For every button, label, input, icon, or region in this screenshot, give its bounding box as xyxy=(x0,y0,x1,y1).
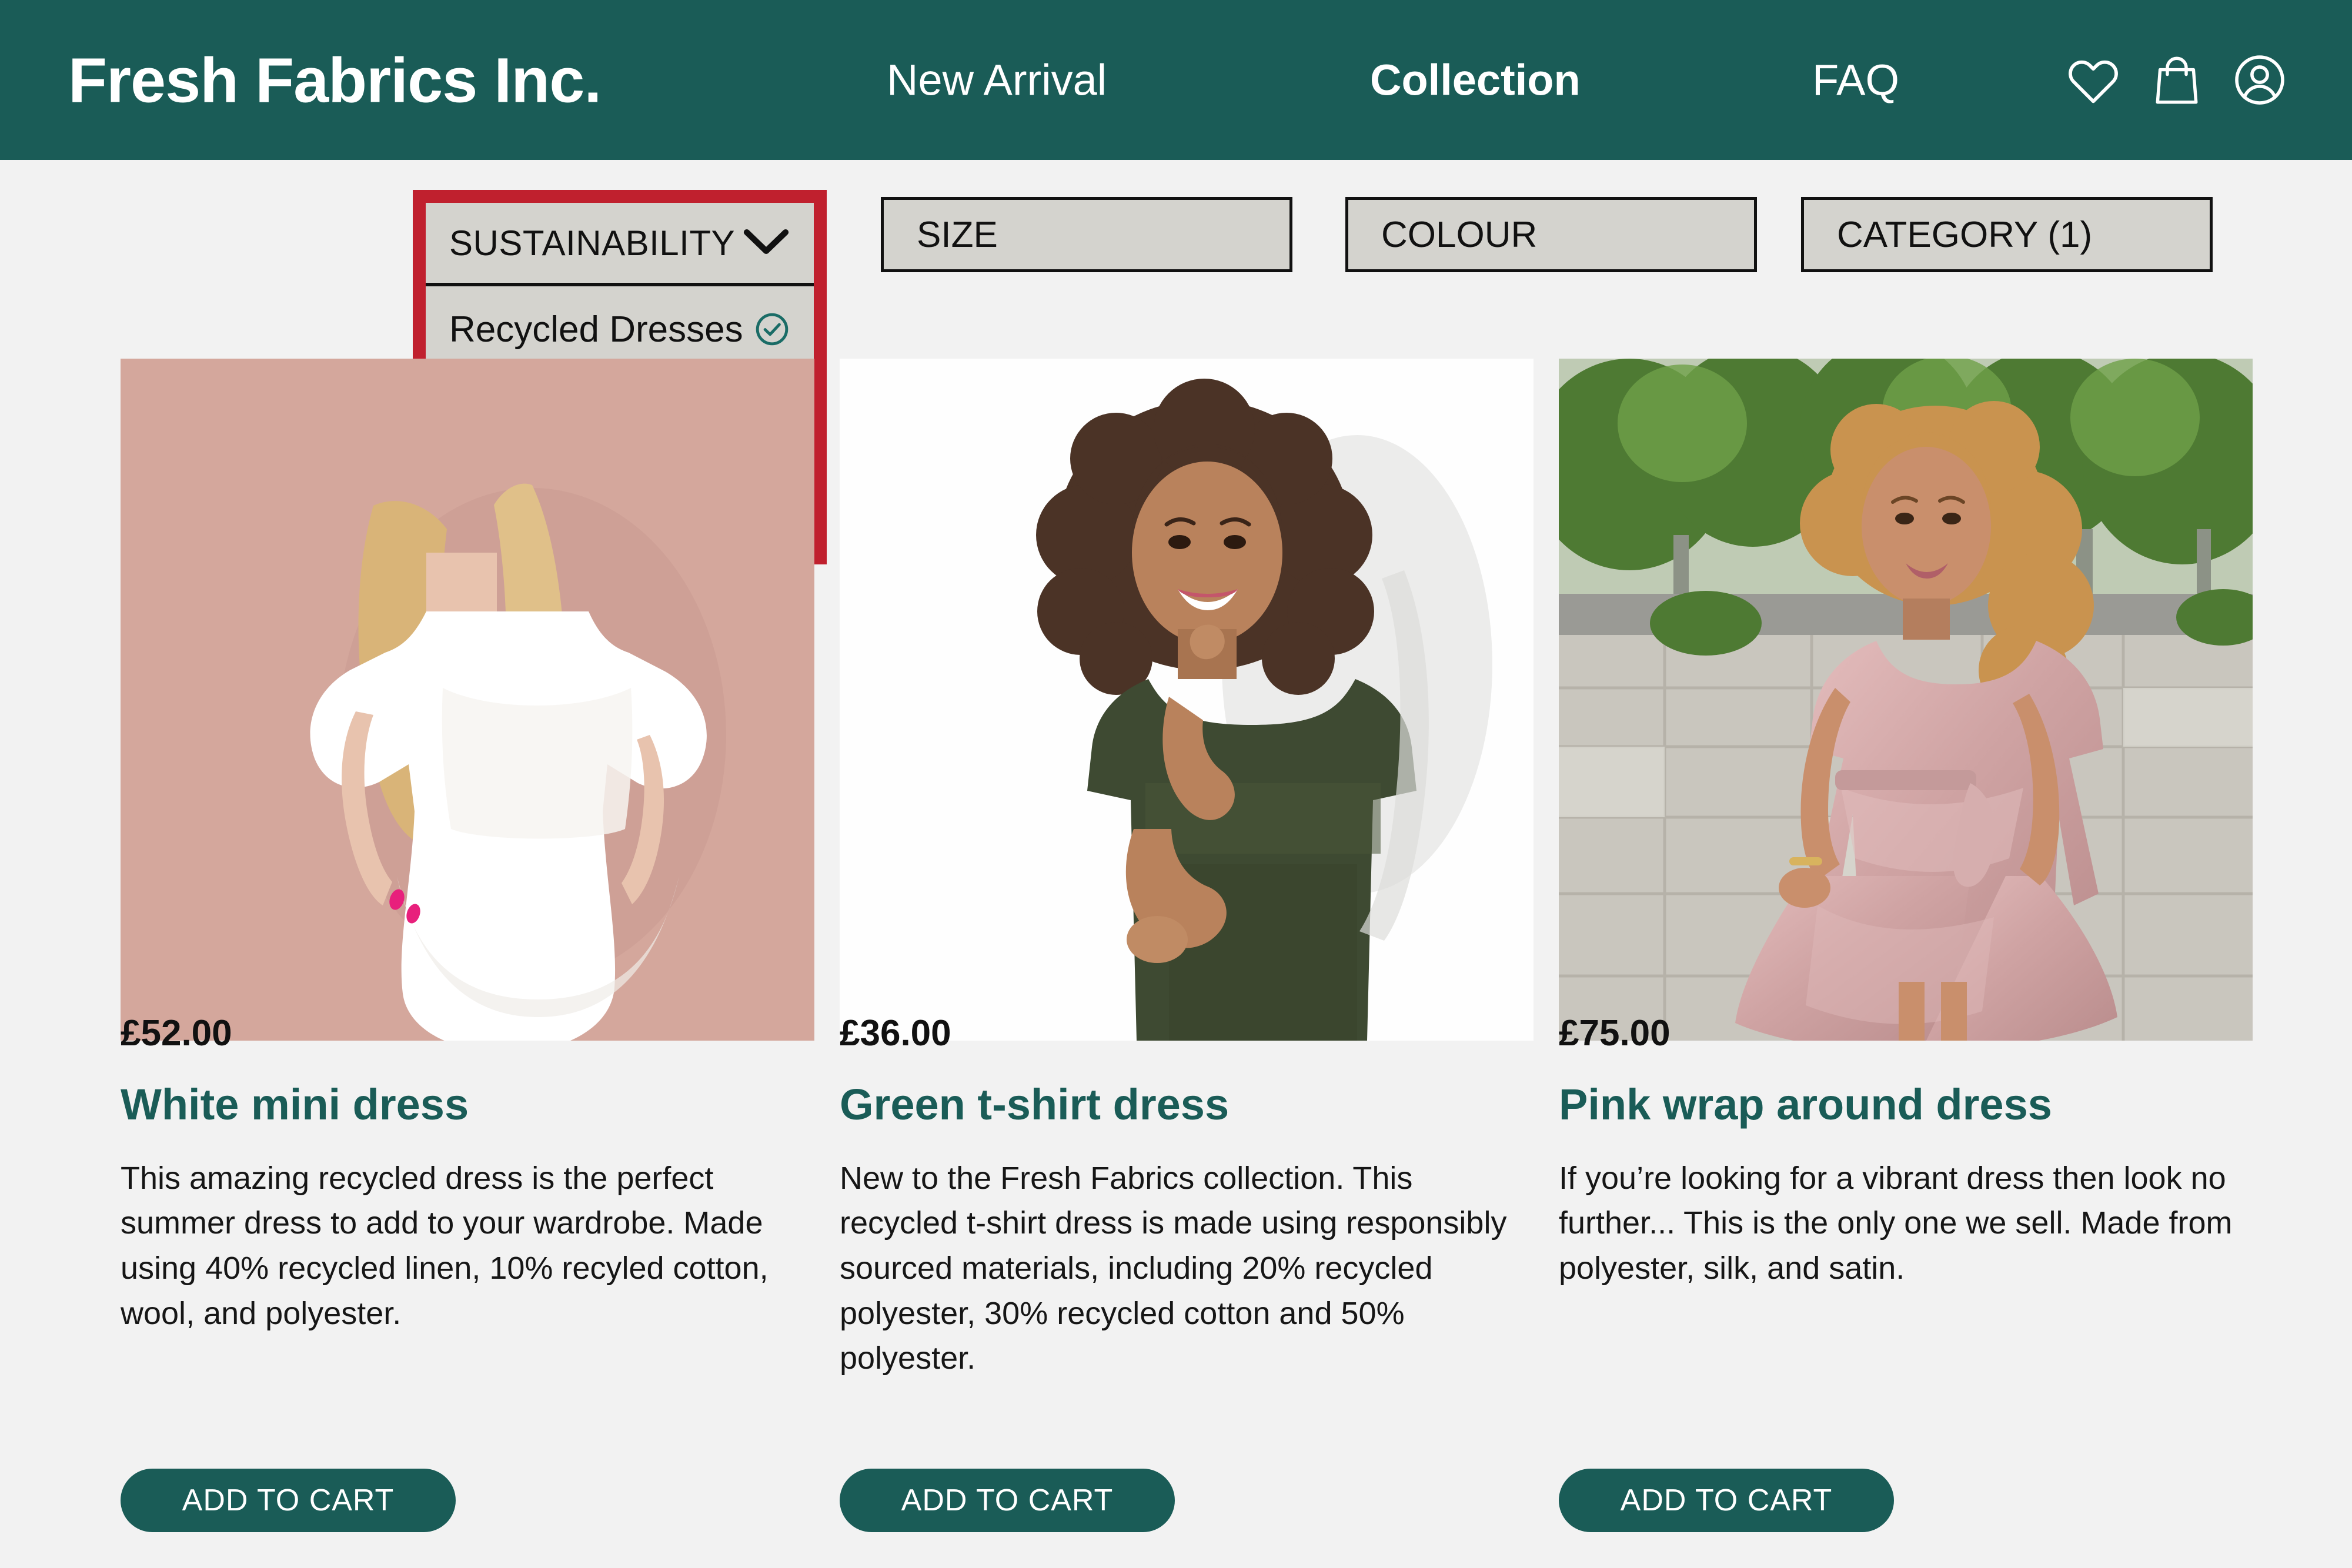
product-title[interactable]: Green t-shirt dress xyxy=(840,1082,1534,1128)
product-price: £52.00 xyxy=(121,1013,232,1054)
filter-button-size[interactable]: SIZE xyxy=(881,197,1292,272)
product-title[interactable]: Pink wrap around dress xyxy=(1559,1082,2253,1128)
nav-item-faq[interactable]: FAQ xyxy=(1812,55,1899,105)
filter-size-label: SIZE xyxy=(917,214,998,255)
dropdown-option-label: Recycled Dresses xyxy=(449,309,743,350)
shopping-bag-icon[interactable] xyxy=(2153,54,2200,106)
product-image-green-tshirt-dress[interactable] xyxy=(840,359,1534,1041)
product-description: New to the Fresh Fabrics collection. Thi… xyxy=(840,1160,1507,1376)
product-card[interactable]: Pink wrap around dress If you’re looking… xyxy=(1559,359,2253,1291)
add-to-cart-button[interactable]: ADD TO CART xyxy=(1559,1469,1894,1532)
product-card[interactable]: White mini dress This amazing recycled d… xyxy=(121,359,814,1336)
add-to-cart-button[interactable]: ADD TO CART xyxy=(121,1469,456,1532)
header-icon-group xyxy=(2066,54,2286,106)
chevron-down-icon[interactable] xyxy=(743,228,789,258)
nav-item-collection[interactable]: Collection xyxy=(1370,55,1581,105)
filter-button-sustainability[interactable]: SUSTAINABILITY xyxy=(426,203,814,286)
product-price: £75.00 xyxy=(1559,1013,1671,1054)
site-header: Fresh Fabrics Inc. New Arrival Collectio… xyxy=(0,0,2352,160)
filter-category-label: CATEGORY (1) xyxy=(1837,214,2093,255)
product-image-white-mini-dress[interactable] xyxy=(121,359,814,1041)
product-description: This amazing recycled dress is the perfe… xyxy=(121,1160,769,1331)
brand-logo[interactable]: Fresh Fabrics Inc. xyxy=(68,44,602,117)
filter-button-category[interactable]: CATEGORY (1) xyxy=(1801,197,2213,272)
nav-item-new-arrival[interactable]: New Arrival xyxy=(887,55,1107,105)
product-title[interactable]: White mini dress xyxy=(121,1082,814,1128)
sustainability-label: SUSTAINABILITY xyxy=(449,223,736,263)
filter-button-colour[interactable]: COLOUR xyxy=(1345,197,1757,272)
user-account-icon[interactable] xyxy=(2233,54,2286,106)
filter-colour-label: COLOUR xyxy=(1381,214,1538,255)
product-price: £36.00 xyxy=(840,1013,951,1054)
check-circle-icon xyxy=(754,311,790,347)
product-image-pink-wrap-dress[interactable] xyxy=(1559,359,2253,1041)
add-to-cart-button[interactable]: ADD TO CART xyxy=(840,1469,1175,1532)
product-card[interactable]: Green t-shirt dress New to the Fresh Fab… xyxy=(840,359,1534,1381)
heart-icon[interactable] xyxy=(2066,55,2120,105)
product-description: If you’re looking for a vibrant dress th… xyxy=(1559,1160,2233,1286)
